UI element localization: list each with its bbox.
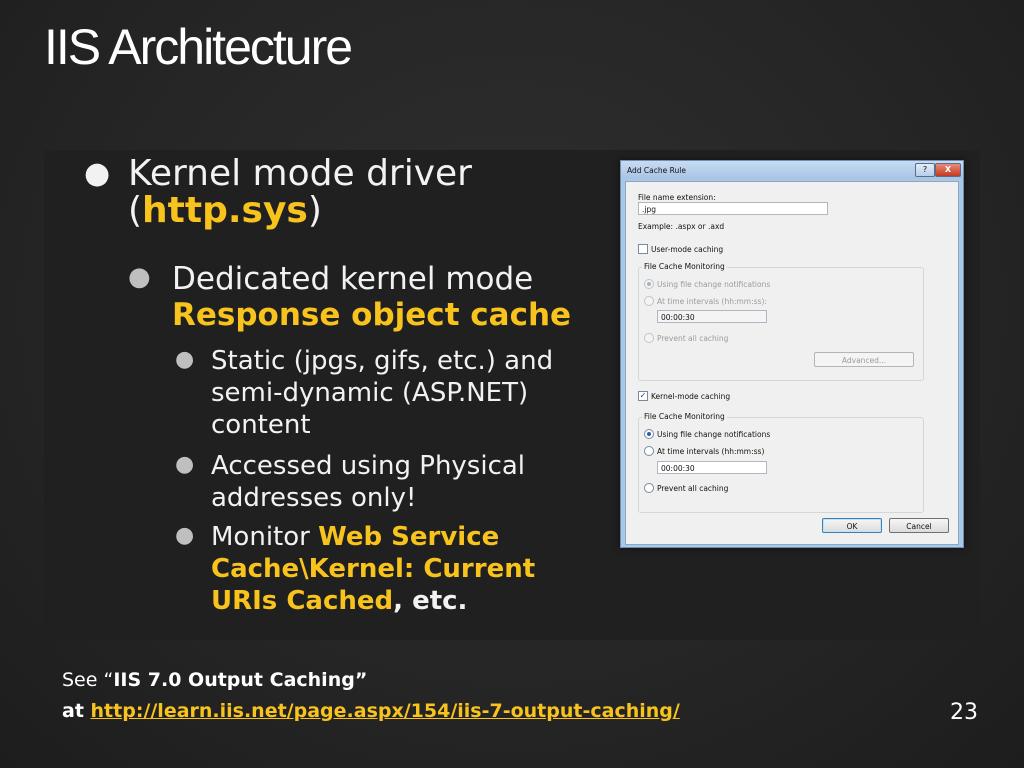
bullet-static-content: ● Static (jpgs, gifs, etc.) and semi-dyn… [175,346,554,440]
cancel-button[interactable]: Cancel [889,518,949,533]
user-time-interval-label: At time intervals (hh:mm:ss): [657,297,767,306]
page-number: 23 [950,700,978,725]
reference-link[interactable]: http://learn.iis.net/page.aspx/154/iis-7… [91,700,680,722]
user-interval-input[interactable]: 00:00:30 [657,310,767,323]
kernel-interval-input[interactable]: 00:00:30 [657,461,767,474]
user-prevent-label: Prevent all caching [657,334,729,343]
kernel-mode-label: Kernel-mode caching [651,392,731,401]
file-ext-input[interactable]: .jpg [638,202,828,215]
bullet-dot-icon: ● [128,262,151,292]
slide-title: IIS Architecture [44,19,353,75]
kernel-change-notif-radio[interactable] [644,429,654,439]
help-icon[interactable]: ? [915,163,935,177]
user-group-label: File Cache Monitoring [642,262,727,271]
bullet-response-cache: ● Dedicated kernel mode Response object c… [128,261,572,333]
close-icon[interactable]: X [935,163,961,177]
bullet-dot-icon: ● [84,156,111,191]
bullet-dot-icon: ● [175,347,195,372]
advanced-button[interactable]: Advanced... [814,352,914,367]
http-sys-highlight: http.sys [142,190,308,231]
file-ext-label: File name extension: [638,193,716,202]
user-time-interval-radio[interactable] [644,296,654,306]
ok-button[interactable]: OK [822,518,882,533]
bullet-dot-icon: ● [175,523,195,548]
kernel-time-interval-label: At time intervals (hh:mm:ss) [657,447,765,456]
dialog-title: Add Cache Rule [627,166,686,175]
kernel-time-interval-radio[interactable] [644,446,654,456]
bullet-dot-icon: ● [175,452,195,477]
bullet-physical-addresses: ● Accessed using Physical addresses only… [175,451,526,513]
user-change-notif-radio[interactable] [644,279,654,289]
response-cache-highlight: Response object cache [172,297,572,333]
bullet-monitor: ● Monitor Web Service Cache\Kernel: Curr… [175,522,536,616]
kernel-group-label: File Cache Monitoring [642,412,727,421]
user-mode-checkbox[interactable] [638,244,648,254]
kernel-change-notif-label: Using file change notifications [657,430,771,439]
kernel-mode-checkbox[interactable]: ✓ [638,391,648,401]
reference-title: IIS 7.0 Output Caching” [113,669,368,691]
user-prevent-radio[interactable] [644,333,654,343]
file-ext-example: Example: .aspx or .axd [638,222,725,231]
user-change-notif-label: Using file change notifications [657,280,771,289]
reference-note: See “IIS 7.0 Output Caching” at http://l… [62,669,680,722]
dialog-titlebar[interactable]: Add Cache Rule ? X [621,161,963,179]
kernel-prevent-label: Prevent all caching [657,484,729,493]
bullet-kernel-mode-driver: ● Kernel mode driver (http.sys) [84,153,472,231]
kernel-prevent-radio[interactable] [644,483,654,493]
user-mode-label: User-mode caching [651,245,724,254]
add-cache-rule-dialog: Add Cache Rule ? X File name extension: … [620,160,964,548]
dialog-body: File name extension: .jpg Example: .aspx… [625,181,959,545]
